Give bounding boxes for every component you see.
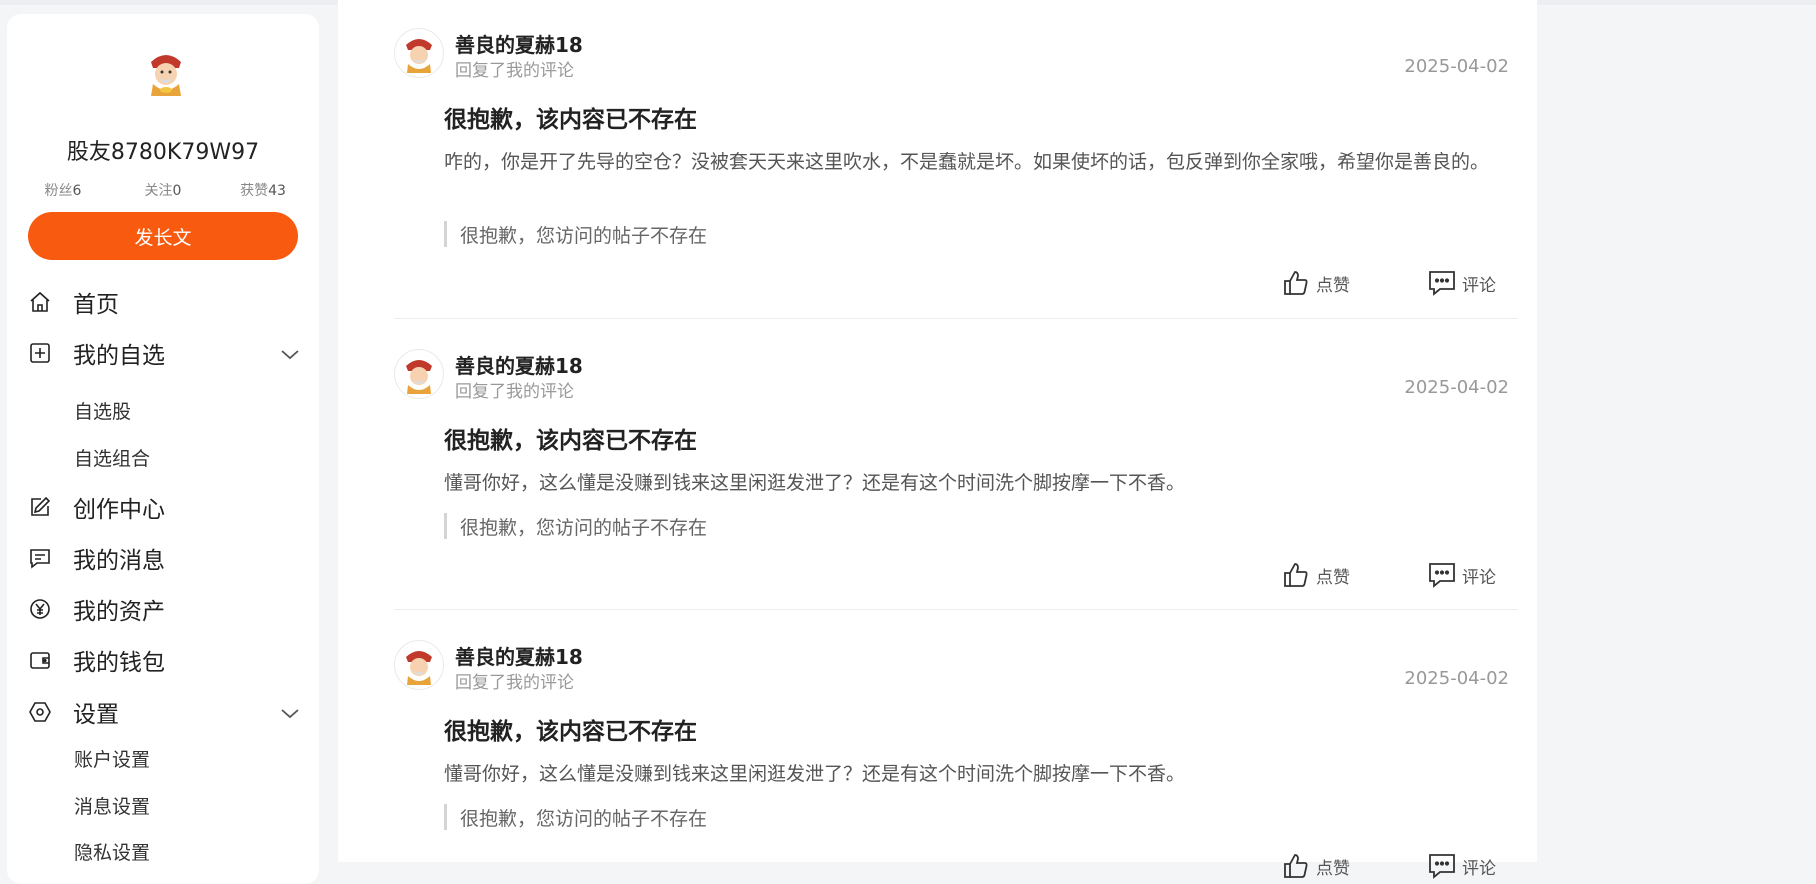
sidebar-subitem-portfolios[interactable]: 自选组合	[74, 442, 150, 472]
comment-quote[interactable]: 很抱歉，您访问的帖子不存在	[444, 804, 707, 830]
thumbs-up-icon	[1284, 563, 1308, 587]
comment-title[interactable]: 很抱歉，该内容已不存在	[444, 100, 697, 134]
like-button[interactable]: 点赞	[1282, 560, 1350, 590]
user-avatar[interactable]	[394, 640, 444, 690]
sidebar-item-label: 我的钱包	[73, 650, 165, 676]
user-avatar[interactable]	[394, 28, 444, 78]
thumbs-up-icon	[1284, 854, 1308, 878]
comment-action: 回复了我的评论	[455, 382, 574, 402]
write-long-post-button[interactable]: 发长文	[28, 212, 298, 260]
comment-icon	[1429, 854, 1455, 879]
edit-icon	[27, 494, 53, 520]
sidebar-item-label: 我的自选	[73, 343, 165, 369]
comment-username[interactable]: 善良的夏赫18	[455, 350, 583, 379]
sidebar-item-settings[interactable]: 设置	[27, 694, 307, 730]
stat-following[interactable]: 关注0	[113, 180, 213, 200]
comment-action: 回复了我的评论	[455, 673, 574, 693]
sidebar-item-assets[interactable]: 我的资产	[27, 591, 307, 627]
comment-feed: 善良的夏赫18 回复了我的评论 2025-04-02 很抱歉，该内容已不存在 咋…	[338, 0, 1537, 879]
comment-button[interactable]: 评论	[1428, 560, 1496, 590]
thumbs-up-icon	[1284, 271, 1308, 295]
sidebar: 股友8780K79W97 粉丝6 关注0 获赞43 发长文 首页 我的自选 自选…	[7, 14, 319, 884]
comment-card: 善良的夏赫18 回复了我的评论 2025-04-02 很抱歉，该内容已不存在 咋…	[394, 28, 1509, 308]
message-icon	[27, 545, 53, 571]
divider	[394, 609, 1518, 610]
comment-button[interactable]: 评论	[1428, 851, 1496, 881]
sidebar-item-label: 首页	[73, 292, 119, 318]
sidebar-subitem-message-settings[interactable]: 消息设置	[74, 790, 150, 820]
comment-username[interactable]: 善良的夏赫18	[455, 29, 583, 58]
wallet-icon	[27, 647, 53, 673]
like-button[interactable]: 点赞	[1282, 268, 1350, 298]
comment-date: 2025-04-02	[1404, 668, 1509, 689]
comment-quote[interactable]: 很抱歉，您访问的帖子不存在	[444, 513, 707, 539]
comment-button[interactable]: 评论	[1428, 268, 1496, 298]
settings-icon	[27, 699, 53, 725]
comment-card: 善良的夏赫18 回复了我的评论 2025-04-02 很抱歉，该内容已不存在 懂…	[394, 349, 1509, 589]
comment-quote[interactable]: 很抱歉，您访问的帖子不存在	[444, 221, 707, 247]
sidebar-item-creator[interactable]: 创作中心	[27, 489, 307, 525]
profile-avatar[interactable]	[141, 48, 191, 98]
sidebar-item-wallet[interactable]: 我的钱包	[27, 642, 307, 678]
comment-body[interactable]: 懂哥你好，这么懂是没赚到钱来这里闲逛发泄了？还是有这个时间洗个脚按摩一下不香。	[444, 760, 1509, 789]
chevron-down-icon[interactable]	[279, 702, 301, 724]
profile-stats: 粉丝6 关注0 获赞43	[7, 180, 319, 200]
comment-title[interactable]: 很抱歉，该内容已不存在	[444, 421, 697, 455]
sidebar-subitem-account-settings[interactable]: 账户设置	[74, 743, 150, 773]
sidebar-item-home[interactable]: 首页	[27, 284, 307, 320]
stat-likes[interactable]: 获赞43	[213, 180, 313, 200]
comment-date: 2025-04-02	[1404, 56, 1509, 77]
divider	[394, 318, 1518, 319]
sidebar-item-label: 设置	[73, 702, 119, 728]
profile-name: 股友8780K79W97	[66, 140, 260, 165]
comment-action: 回复了我的评论	[455, 61, 574, 81]
sidebar-item-label: 我的资产	[73, 599, 165, 625]
comment-title[interactable]: 很抱歉，该内容已不存在	[444, 712, 697, 746]
add-square-icon	[27, 340, 53, 366]
like-button[interactable]: 点赞	[1282, 851, 1350, 881]
comment-icon	[1429, 563, 1455, 588]
stat-fans[interactable]: 粉丝6	[13, 180, 113, 200]
comment-icon	[1429, 271, 1455, 296]
user-avatar[interactable]	[394, 349, 444, 399]
comment-body[interactable]: 懂哥你好，这么懂是没赚到钱来这里闲逛发泄了？还是有这个时间洗个脚按摩一下不香。	[444, 469, 1509, 498]
sidebar-item-messages[interactable]: 我的消息	[27, 540, 307, 576]
yuan-coin-icon	[27, 596, 53, 622]
sidebar-subitem-stocks[interactable]: 自选股	[74, 395, 131, 425]
comment-date: 2025-04-02	[1404, 377, 1509, 398]
comment-card: 善良的夏赫18 回复了我的评论 2025-04-02 很抱歉，该内容已不存在 懂…	[394, 640, 1509, 879]
chevron-down-icon[interactable]	[279, 343, 301, 365]
sidebar-item-watchlist[interactable]: 我的自选	[27, 335, 307, 371]
comment-body[interactable]: 咋的，你是开了先导的空仓？没被套天天来这里吹水，不是蠢就是坏。如果使坏的话，包反…	[444, 148, 1509, 177]
sidebar-item-label: 我的消息	[73, 548, 165, 574]
home-icon	[27, 289, 53, 315]
comment-username[interactable]: 善良的夏赫18	[455, 641, 583, 670]
sidebar-item-label: 创作中心	[73, 497, 165, 523]
